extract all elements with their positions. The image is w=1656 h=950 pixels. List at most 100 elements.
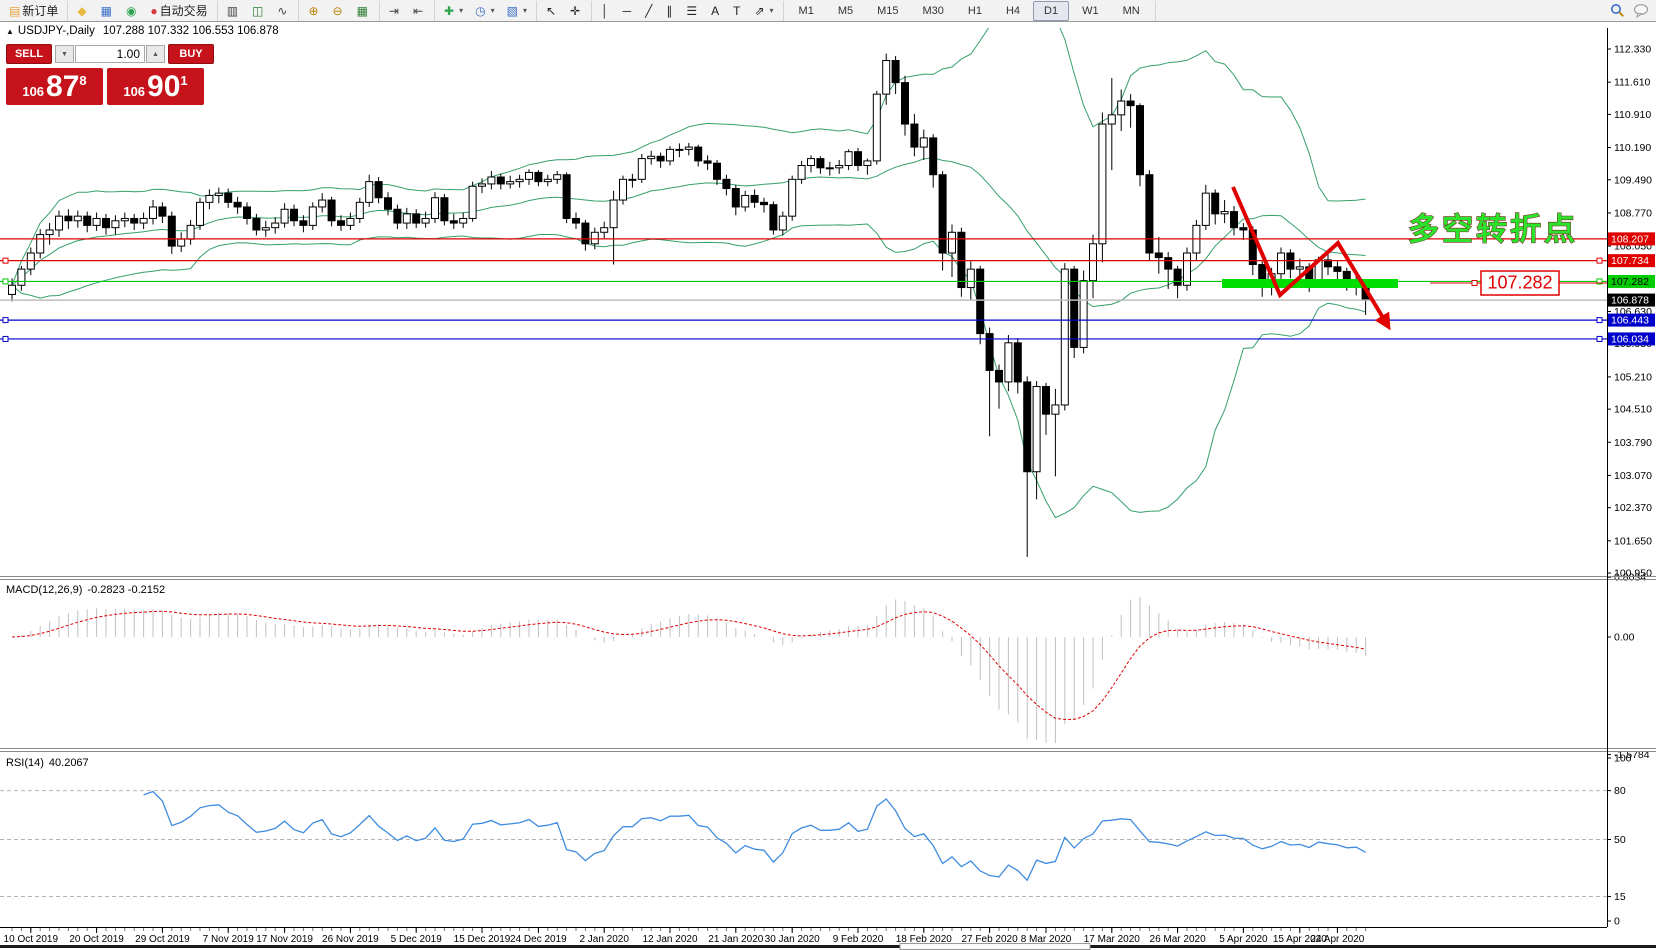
sell-button[interactable]: SELL [6, 44, 52, 64]
svg-text:106.034: 106.034 [1611, 333, 1649, 345]
chart-symbol-period: USDJPY-,Daily [18, 25, 95, 37]
x-axis-date-label: 26 Nov 2019 [322, 934, 379, 945]
volume-decrease-button[interactable]: ▼ [55, 45, 74, 63]
tf-h1[interactable]: H1 [957, 1, 993, 21]
collapse-triangle-icon[interactable]: ▲ [6, 27, 14, 36]
template-icon: ▧ [507, 2, 518, 20]
dropdown-caret-icon[interactable]: ▾ [523, 6, 527, 15]
zoom-in-icon[interactable]: ⊕ [303, 1, 325, 21]
volume-increase-button[interactable]: ▲ [146, 45, 165, 63]
crosshair-icon[interactable]: ✛ [565, 1, 587, 21]
tf-mn[interactable]: MN [1112, 1, 1151, 21]
sell-price-figure: 106 [22, 84, 44, 99]
x-axis-date-label: 29 Oct 2019 [135, 934, 190, 945]
x-axis-date-label: 20 Oct 2019 [69, 934, 124, 945]
tf-m15[interactable]: M15 [866, 1, 909, 21]
x-axis-date-label: 12 Jan 2020 [642, 934, 697, 945]
vertical-line-icon[interactable]: │ [596, 1, 616, 21]
svg-text:106.443: 106.443 [1611, 315, 1649, 327]
svg-text:105.210: 105.210 [1614, 371, 1652, 383]
add-indicator-icon[interactable]: ✚▾ [439, 1, 468, 21]
rsi-label: RSI(14)40.2067 [6, 757, 89, 769]
period-icon[interactable]: ◷▾ [470, 1, 500, 21]
template-icon[interactable]: ▧▾ [502, 1, 532, 21]
horizontal-line-icon[interactable]: ─ [618, 1, 639, 21]
tf-m30-label: M30 [917, 5, 950, 17]
svg-text:108.770: 108.770 [1614, 207, 1652, 219]
volume-input[interactable] [75, 45, 145, 63]
toolbar-group: ⊕ ⊖ ▦ [299, 1, 379, 21]
x-axis-date-label: 24 Dec 2019 [510, 934, 567, 945]
auto-arrange-icon[interactable]: ⇥ [384, 1, 406, 21]
macd-values: -0.2823 -0.2152 [87, 584, 165, 596]
fibonacci-icon[interactable]: ☰ [681, 1, 704, 21]
sell-price-button[interactable]: 106878 [6, 68, 103, 105]
signals-icon[interactable]: ◉ [121, 1, 143, 21]
tf-h4-label: H4 [1000, 5, 1026, 17]
toolbar-group: ▤新订单 [0, 1, 68, 21]
autotrading-button[interactable]: ●自动交易 [145, 1, 212, 21]
channel-icon[interactable]: ∥ [661, 1, 679, 21]
zoom-out-icon[interactable]: ⊖ [328, 1, 350, 21]
tf-m30[interactable]: M30 [912, 1, 955, 21]
svg-text:50: 50 [1614, 834, 1626, 846]
dropdown-caret-icon[interactable]: ▾ [491, 6, 495, 15]
tf-m1-label: M1 [793, 5, 820, 17]
buy-button[interactable]: BUY [168, 44, 214, 64]
trendline-icon: ╱ [645, 2, 652, 20]
svg-text:0.8034: 0.8034 [1614, 572, 1646, 584]
signals-icon: ◉ [126, 2, 136, 20]
label-icon[interactable]: T [728, 1, 747, 21]
tf-d1[interactable]: D1 [1033, 1, 1069, 21]
svg-text:106.878: 106.878 [1611, 295, 1649, 307]
toolbar-group: ▥◫ ∿ [218, 1, 300, 21]
dropdown-caret-icon[interactable]: ▾ [459, 6, 463, 15]
sell-price-point: 8 [79, 73, 86, 88]
horizontal-scrollbar-thumb[interactable] [900, 944, 1090, 950]
auto-arrange-icon: ⇥ [389, 2, 399, 20]
dropdown-caret-icon[interactable]: ▾ [770, 6, 774, 15]
x-axis-date-label: 7 Nov 2019 [203, 934, 255, 945]
charts-profile-icon[interactable]: ◆ [72, 1, 93, 21]
trendline-icon[interactable]: ╱ [640, 1, 659, 21]
candlestick-chart-icon[interactable]: ◫ [247, 1, 270, 21]
chart-title: ▲ USDJPY-,Daily 107.288 107.332 106.553 10… [6, 25, 279, 37]
track-chart-icon[interactable]: ⇤ [408, 1, 430, 21]
cursor-icon[interactable]: ↖ [541, 1, 563, 21]
svg-text:108.207: 108.207 [1611, 233, 1649, 245]
svg-text:111.610: 111.610 [1614, 77, 1651, 89]
chat-icon[interactable] [1633, 3, 1650, 18]
tf-m1[interactable]: M1 [788, 1, 825, 21]
x-axis-date-label: 5 Apr 2020 [1219, 934, 1268, 945]
tf-m5[interactable]: M5 [827, 1, 864, 21]
zoom-in-icon: ⊕ [308, 2, 318, 20]
svg-text:102.370: 102.370 [1614, 502, 1652, 514]
top-toolbar: ▤新订单◆▦◉●自动交易▥◫∿⊕⊖▦⇥⇤✚▾◷▾▧▾↖✛│─╱∥☰AT⇗▾M1M… [0, 0, 1656, 22]
x-axis-date-label: 17 Nov 2019 [256, 934, 313, 945]
x-axis-date-label: 21 Jan 2020 [708, 934, 763, 945]
tile-windows-icon[interactable]: ▦ [352, 1, 375, 21]
line-chart-icon[interactable]: ∿ [272, 1, 294, 21]
new-order-button[interactable]: ▤新订单 [4, 1, 63, 21]
tile-windows-icon: ▦ [357, 2, 368, 20]
market-watch-icon[interactable]: ▦ [96, 1, 119, 21]
chart-canvas[interactable]: 112.330111.610110.910110.190109.490108.7… [0, 0, 1656, 950]
chart-ohlc-values: 107.288 107.332 106.553 106.878 [103, 25, 279, 37]
toolbar-group: ✚▾◷▾▧▾ [435, 1, 537, 21]
bar-chart-icon[interactable]: ▥ [222, 1, 245, 21]
autotrading-button-label: 自动交易 [160, 2, 208, 19]
x-axis-date-label: 24 Apr 2020 [1310, 934, 1364, 945]
svg-text:15: 15 [1614, 891, 1626, 903]
shapes-icon[interactable]: ⇗▾ [749, 1, 778, 21]
tf-mn-label: MN [1117, 5, 1146, 17]
tf-h4[interactable]: H4 [995, 1, 1031, 21]
line-chart-icon: ∿ [277, 2, 287, 20]
x-axis-date-label: 2 Jan 2020 [579, 934, 629, 945]
toolbar-group: M1 M5M15 M30 H1 H4 D1W1 MN [784, 1, 1156, 21]
tf-w1[interactable]: W1 [1071, 1, 1110, 21]
search-icon[interactable] [1610, 3, 1625, 18]
vertical-line-icon: │ [601, 2, 609, 20]
price-callout-label[interactable]: 107.282 [1487, 273, 1552, 293]
text-icon[interactable]: A [706, 1, 726, 21]
buy-price-button[interactable]: 106901 [107, 68, 204, 105]
